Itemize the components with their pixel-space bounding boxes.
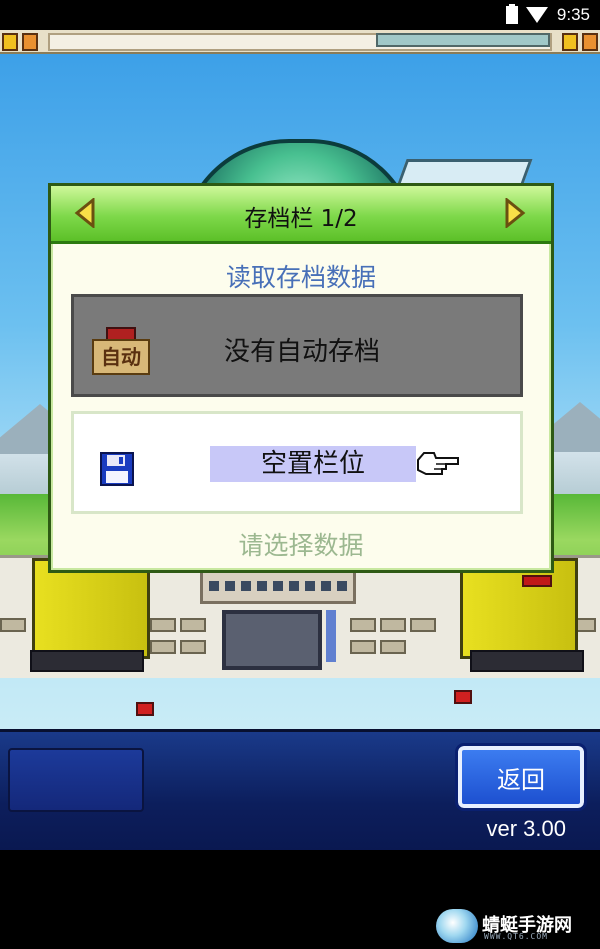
red-car (522, 575, 552, 587)
battery-icon (506, 4, 518, 28)
building-window (380, 618, 406, 632)
floppy-disk-icon (100, 452, 134, 486)
building-window (0, 618, 26, 632)
version-label: ver 3.00 (486, 816, 567, 841)
save-slot-dialog: 存档栏 1/2 读取存档数据 自动 没有自动存档 空置栏位 请选择数据 (48, 183, 554, 573)
building-window (350, 640, 376, 654)
clock: 9:35 (556, 5, 590, 24)
auto-save-icon: 自动 (92, 327, 150, 375)
building-window (350, 618, 376, 632)
triangle-right-icon[interactable] (503, 198, 527, 228)
building-blue-pillar (326, 610, 336, 662)
top-bar-block (22, 33, 38, 51)
robot-base-right (470, 650, 584, 672)
watermark: 蜻蜓手游网 WWW.QT6.COM (436, 909, 586, 943)
nav-area: 蜻蜓手游网 WWW.QT6.COM (0, 850, 600, 949)
status-bar: 9:35 (0, 0, 600, 30)
building-window (380, 640, 406, 654)
empty-save-slot[interactable]: 空置栏位 (71, 411, 523, 514)
building-window (180, 640, 206, 654)
dialog-hint: 请选择数据 (238, 531, 364, 560)
pointing-hand-icon (416, 450, 460, 476)
top-bar-meter (376, 33, 550, 47)
building-window (180, 618, 206, 632)
slot-label: 空置栏位 (210, 446, 416, 482)
bottom-empty-slot (8, 748, 144, 812)
bottom-bar: 返回 ver 3.00 (0, 729, 600, 853)
top-bar-block (582, 33, 598, 51)
red-foot (136, 702, 154, 716)
red-foot (454, 690, 472, 704)
yellow-robot-left (32, 558, 150, 659)
watermark-url: WWW.QT6.COM (484, 932, 548, 941)
top-bar-block (562, 33, 578, 51)
building-window (150, 618, 176, 632)
top-bar-block (2, 33, 18, 51)
back-button[interactable]: 返回 (455, 743, 587, 811)
dialog-title: 存档栏 1/2 (244, 206, 358, 232)
building-sign (200, 570, 356, 604)
building-window-grid (222, 610, 322, 670)
auto-save-slot[interactable]: 自动 没有自动存档 (71, 294, 523, 397)
robot-base-left (30, 650, 144, 672)
building-window (150, 640, 176, 654)
dragonfly-logo-icon (436, 909, 478, 943)
dialog-header: 存档栏 1/2 (51, 186, 551, 244)
dialog-subtitle: 读取存档数据 (225, 263, 376, 292)
game-top-bar (0, 30, 600, 54)
auto-save-icon-label: 自动 (92, 339, 150, 375)
slot-label: 没有自动存档 (224, 337, 381, 367)
building-window (410, 618, 436, 632)
yellow-robot-right (460, 558, 578, 659)
wifi-icon (526, 7, 548, 23)
